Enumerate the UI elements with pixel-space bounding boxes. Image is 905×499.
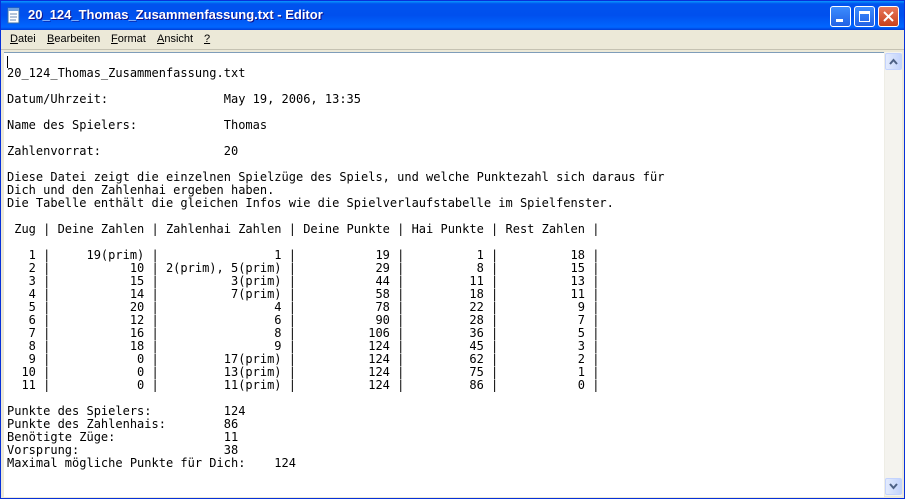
menu-format-mnemonic: F	[111, 33, 118, 45]
menu-file[interactable]: Datei	[10, 33, 36, 45]
menu-help[interactable]: ?	[204, 33, 210, 45]
close-icon	[883, 11, 894, 22]
vertical-scrollbar[interactable]	[884, 52, 902, 496]
menu-format[interactable]: Format	[111, 33, 146, 45]
menu-view-label: nsicht	[164, 33, 194, 45]
arrow-up-icon	[889, 58, 898, 65]
close-button[interactable]	[878, 6, 899, 27]
minimize-button[interactable]	[830, 6, 851, 27]
menu-view[interactable]: Ansicht	[157, 33, 193, 45]
maximize-icon	[859, 11, 870, 22]
document-text[interactable]: 20_124_Thomas_Zusammenfassung.txt Datum/…	[7, 54, 664, 470]
menu-file-mnemonic: D	[10, 33, 18, 45]
menu-edit-label: earbeiten	[54, 33, 101, 45]
notepad-window: 20_124_Thomas_Zusammenfassung.txt - Edit…	[0, 0, 905, 499]
scroll-down-button[interactable]	[885, 478, 902, 495]
window-title: 20_124_Thomas_Zusammenfassung.txt - Edit…	[28, 7, 323, 22]
notepad-icon	[6, 7, 22, 24]
menu-help-label: ?	[204, 33, 211, 45]
menu-bar: Datei Bearbeiten Format Ansicht ?	[1, 30, 904, 50]
maximize-button[interactable]	[854, 6, 875, 27]
minimize-icon	[836, 19, 843, 22]
menu-file-label: atei	[17, 33, 36, 45]
title-bar[interactable]: 20_124_Thomas_Zusammenfassung.txt - Edit…	[1, 1, 904, 30]
arrow-down-icon	[889, 483, 898, 490]
scroll-up-button[interactable]	[885, 53, 902, 70]
menu-format-label: ormat	[117, 33, 146, 45]
text-editor[interactable]: 20_124_Thomas_Zusammenfassung.txt Datum/…	[4, 52, 884, 497]
menu-edit[interactable]: Bearbeiten	[47, 33, 100, 45]
